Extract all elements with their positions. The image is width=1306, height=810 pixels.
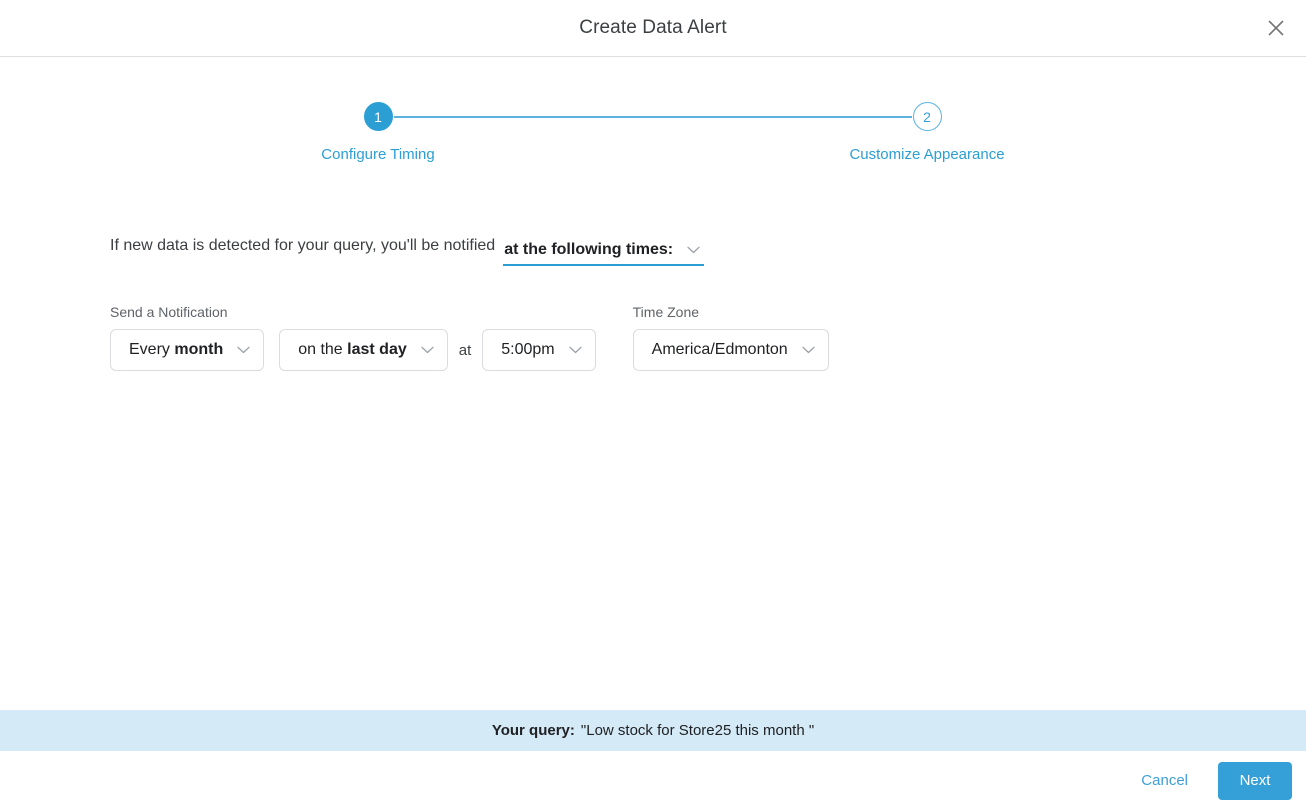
timezone-field-group: Time Zone America/Edmonton	[632, 304, 829, 371]
timezone-label: Time Zone	[632, 304, 700, 320]
chevron-down-icon	[421, 341, 434, 359]
frequency-field-group: Send a Notification Every month	[110, 304, 265, 371]
close-icon	[1267, 19, 1285, 37]
stepper-step-customize-appearance[interactable]: 2 Customize Appearance	[827, 102, 1027, 163]
step-2-number: 2	[923, 108, 931, 125]
day-field-group: on the last day	[279, 329, 448, 371]
step-2-circle: 2	[912, 102, 942, 131]
timezone-value: America/Edmonton	[651, 341, 788, 358]
modal-header: Create Data Alert	[0, 0, 1306, 57]
trigger-type-select[interactable]: at the following times:	[503, 241, 705, 266]
frequency-value: Every month	[129, 341, 224, 358]
step-2-label: Customize Appearance	[849, 146, 1005, 163]
send-notification-label: Send a Notification	[110, 304, 228, 320]
chevron-down-icon	[802, 341, 815, 359]
schedule-fields-row: Send a Notification Every month on the l…	[110, 304, 1196, 371]
time-field-group: 5:00pm	[482, 329, 596, 371]
chevron-down-icon	[237, 341, 250, 359]
day-select[interactable]: on the last day	[279, 329, 448, 371]
chevron-down-icon	[687, 241, 700, 259]
chevron-down-icon	[568, 341, 582, 359]
close-button[interactable]	[1260, 12, 1292, 44]
step-1-number: 1	[374, 108, 382, 125]
modal-footer: Cancel Next	[0, 751, 1306, 810]
stepper: 1 Configure Timing 2 Customize Appearanc…	[321, 102, 1028, 182]
at-label: at	[458, 342, 472, 359]
day-value: on the last day	[298, 341, 407, 358]
trigger-type-value: at the following times:	[504, 241, 674, 258]
modal-body: If new data is detected for your query, …	[0, 230, 1306, 371]
cancel-button[interactable]: Cancel	[1125, 764, 1204, 797]
stepper-section: 1 Configure Timing 2 Customize Appearanc…	[0, 57, 1306, 182]
timezone-select[interactable]: America/Edmonton	[632, 329, 829, 371]
notification-sentence-text: If new data is detected for your query, …	[110, 237, 496, 254]
time-value: 5:00pm	[501, 341, 555, 358]
step-1-circle: 1	[363, 102, 393, 131]
page-title: Create Data Alert	[579, 17, 727, 38]
frequency-value-bold: month	[174, 341, 224, 358]
next-button[interactable]: Next	[1218, 761, 1292, 800]
notification-sentence-row: If new data is detected for your query, …	[110, 230, 1196, 266]
time-select[interactable]: 5:00pm	[482, 329, 596, 371]
frequency-select[interactable]: Every month	[110, 329, 265, 371]
day-value-bold: last day	[347, 341, 407, 358]
stepper-step-configure-timing[interactable]: 1 Configure Timing	[278, 102, 478, 163]
step-1-label: Configure Timing	[321, 146, 435, 163]
stepper-connector-line	[394, 116, 912, 118]
query-banner: Your query: "Low stock for Store25 this …	[0, 710, 1306, 751]
query-banner-text: "Low stock for Store25 this month "	[580, 722, 815, 739]
query-banner-label: Your query:	[491, 722, 575, 739]
